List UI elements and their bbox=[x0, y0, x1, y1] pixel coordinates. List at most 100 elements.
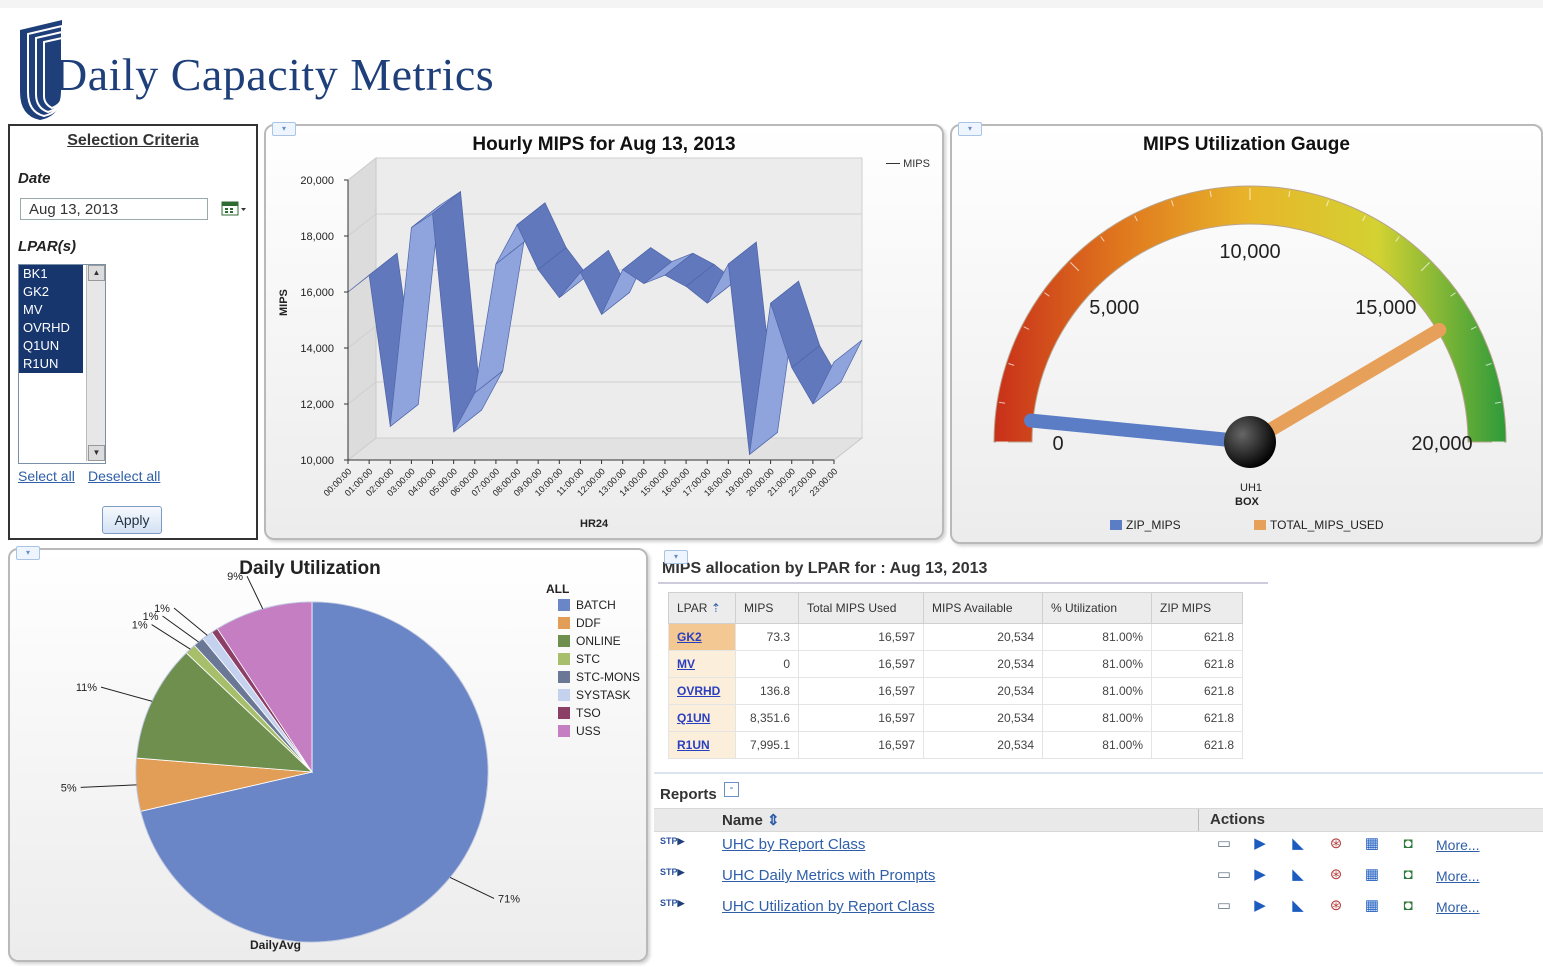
reports-col-name[interactable]: Name ⇕ bbox=[722, 811, 780, 829]
lpar-scrollbar[interactable]: ▲ ▼ bbox=[86, 265, 105, 461]
legend-label: USS bbox=[576, 724, 601, 738]
chart-icon[interactable]: ◣ bbox=[1288, 834, 1308, 854]
run-icon[interactable]: ▶ bbox=[1250, 834, 1270, 854]
calendar-icon[interactable] bbox=[220, 199, 248, 219]
chart-icon[interactable]: ◣ bbox=[1288, 896, 1308, 916]
stored-process-icon-text: STP bbox=[660, 836, 678, 846]
lpar-option[interactable]: BK1 bbox=[19, 265, 83, 283]
lpar-option[interactable]: GK2 bbox=[19, 283, 83, 301]
date-input[interactable] bbox=[20, 198, 208, 220]
more-link[interactable]: More... bbox=[1436, 868, 1480, 884]
more-link[interactable]: More... bbox=[1436, 837, 1480, 853]
gauge-label-bottom: BOX bbox=[1235, 496, 1259, 508]
col-utilization[interactable]: % Utilization bbox=[1042, 592, 1152, 624]
cell: 621.8 bbox=[1151, 677, 1243, 705]
lpar-link[interactable]: GK2 bbox=[668, 623, 736, 651]
table-icon[interactable]: ▦ bbox=[1362, 834, 1382, 854]
properties-icon[interactable]: ▭ bbox=[1214, 865, 1234, 885]
more-link[interactable]: More... bbox=[1436, 899, 1480, 915]
legend-label: ONLINE bbox=[576, 634, 621, 648]
report-link[interactable]: UHC Daily Metrics with Prompts bbox=[722, 867, 935, 884]
pie-leader-line bbox=[449, 876, 495, 899]
cell: 16,597 bbox=[798, 704, 924, 732]
select-all-link[interactable]: Select all bbox=[18, 468, 75, 484]
lpar-link[interactable]: Q1UN bbox=[668, 704, 736, 732]
run-icon[interactable]: ▶ bbox=[1250, 896, 1270, 916]
schedule-icon[interactable]: ⊛ bbox=[1326, 865, 1346, 885]
legend-swatch-icon bbox=[558, 635, 570, 647]
table-icon[interactable]: ▦ bbox=[1362, 896, 1382, 916]
legend-label: DDF bbox=[576, 616, 601, 630]
pie-leader-line bbox=[151, 624, 191, 650]
date-label: Date bbox=[18, 170, 51, 187]
hourly-legend: MIPS bbox=[886, 158, 930, 170]
schedule-icon[interactable]: ⊛ bbox=[1326, 896, 1346, 916]
play-icon: ▶ bbox=[677, 898, 685, 908]
pie-slice-label: 71% bbox=[498, 893, 520, 905]
pie-leader-line bbox=[246, 575, 264, 610]
panel-menu-icon[interactable]: ▾ bbox=[664, 550, 688, 564]
collapse-icon[interactable]: - bbox=[724, 782, 739, 797]
legend-swatch-icon bbox=[1254, 520, 1266, 530]
gauge-legend-total-label: TOTAL_MIPS_USED bbox=[1270, 518, 1384, 532]
deselect-all-link[interactable]: Deselect all bbox=[88, 468, 160, 484]
scroll-up-icon[interactable]: ▲ bbox=[88, 265, 105, 281]
report-link[interactable]: UHC by Report Class bbox=[722, 836, 865, 853]
lpar-option[interactable]: Q1UN bbox=[19, 337, 83, 355]
legend-swatch-icon bbox=[558, 599, 570, 611]
col-total-mips[interactable]: Total MIPS Used bbox=[798, 592, 924, 624]
lpar-link[interactable]: OVRHD bbox=[668, 677, 736, 705]
table-row: Q1UN 8,351.6 16,597 20,534 81.00% 621.8 bbox=[668, 704, 1243, 732]
export-icon[interactable]: ◘ bbox=[1398, 865, 1418, 885]
daily-utilization-chart: 71%5%11%1%1%1%9% bbox=[61, 571, 520, 943]
report-link[interactable]: UHC Utilization by Report Class bbox=[722, 898, 935, 915]
pie-leader-line bbox=[80, 784, 137, 788]
daily-utilization-panel: ▾ Daily Utilization 71% 5% 11% 1% 1% 1% 9% Dai… bbox=[8, 546, 648, 962]
cell: 20,534 bbox=[923, 650, 1043, 678]
properties-icon[interactable]: ▭ bbox=[1214, 834, 1234, 854]
reports-col-actions: Actions bbox=[1210, 811, 1266, 828]
cell: 16,597 bbox=[798, 650, 924, 678]
gauge-tick-label: 10,000 bbox=[1219, 241, 1280, 263]
legend-swatch-icon bbox=[558, 725, 570, 737]
scroll-down-icon[interactable]: ▼ bbox=[88, 445, 105, 461]
cell: 20,534 bbox=[923, 623, 1043, 651]
y-tick-label: 14,000 bbox=[300, 343, 334, 355]
col-mips-available[interactable]: MIPS Available bbox=[923, 592, 1043, 624]
cell: 621.8 bbox=[1151, 704, 1243, 732]
hourly-mips-panel: ▾ Hourly MIPS for Aug 13, 2013 20,000 18,… bbox=[264, 122, 944, 540]
export-icon[interactable]: ◘ bbox=[1398, 834, 1418, 854]
table-icon[interactable]: ▦ bbox=[1362, 865, 1382, 885]
schedule-icon[interactable]: ⊛ bbox=[1326, 834, 1346, 854]
col-lpar[interactable]: LPAR ⇡ bbox=[668, 592, 736, 624]
lpar-link[interactable]: R1UN bbox=[668, 731, 736, 759]
legend-line-icon bbox=[886, 163, 900, 164]
lpar-option[interactable]: R1UN bbox=[19, 355, 83, 373]
cell: 81.00% bbox=[1042, 731, 1152, 759]
pie-slice-label: 11% bbox=[76, 682, 97, 694]
chart-icon[interactable]: ◣ bbox=[1288, 865, 1308, 885]
lpar-option[interactable]: OVRHD bbox=[19, 319, 83, 337]
sort-up-icon[interactable]: ⇡ bbox=[711, 601, 721, 615]
col-mips[interactable]: MIPS bbox=[735, 592, 799, 624]
col-zip-mips[interactable]: ZIP MIPS bbox=[1151, 592, 1243, 624]
lpar-option[interactable]: MV bbox=[19, 301, 83, 319]
legend-item: TSO bbox=[558, 706, 601, 720]
y-tick-label: 16,000 bbox=[300, 287, 334, 299]
legend-swatch-icon bbox=[558, 653, 570, 665]
stored-process-icon-text: STP bbox=[660, 898, 678, 908]
run-icon[interactable]: ▶ bbox=[1250, 865, 1270, 885]
properties-icon[interactable]: ▭ bbox=[1214, 896, 1234, 916]
reports-col-name-label: Name bbox=[722, 812, 763, 829]
stored-process-icon-text: STP bbox=[660, 867, 678, 877]
lpar-link[interactable]: MV bbox=[668, 650, 736, 678]
export-icon[interactable]: ◘ bbox=[1398, 896, 1418, 916]
stored-process-icon: STP▶ bbox=[660, 836, 692, 850]
apply-button[interactable]: Apply bbox=[102, 506, 162, 534]
pie-leader-line bbox=[173, 607, 208, 636]
report-row: STP▶ UHC Utilization by Report Class ▭ ▶… bbox=[654, 894, 1543, 922]
y-tick-label: 12,000 bbox=[300, 399, 334, 411]
cell: 621.8 bbox=[1151, 731, 1243, 759]
sort-icon[interactable]: ⇕ bbox=[767, 812, 780, 829]
lpar-listbox[interactable]: BK1 GK2 MV OVRHD Q1UN R1UN ▲ ▼ bbox=[18, 264, 106, 464]
